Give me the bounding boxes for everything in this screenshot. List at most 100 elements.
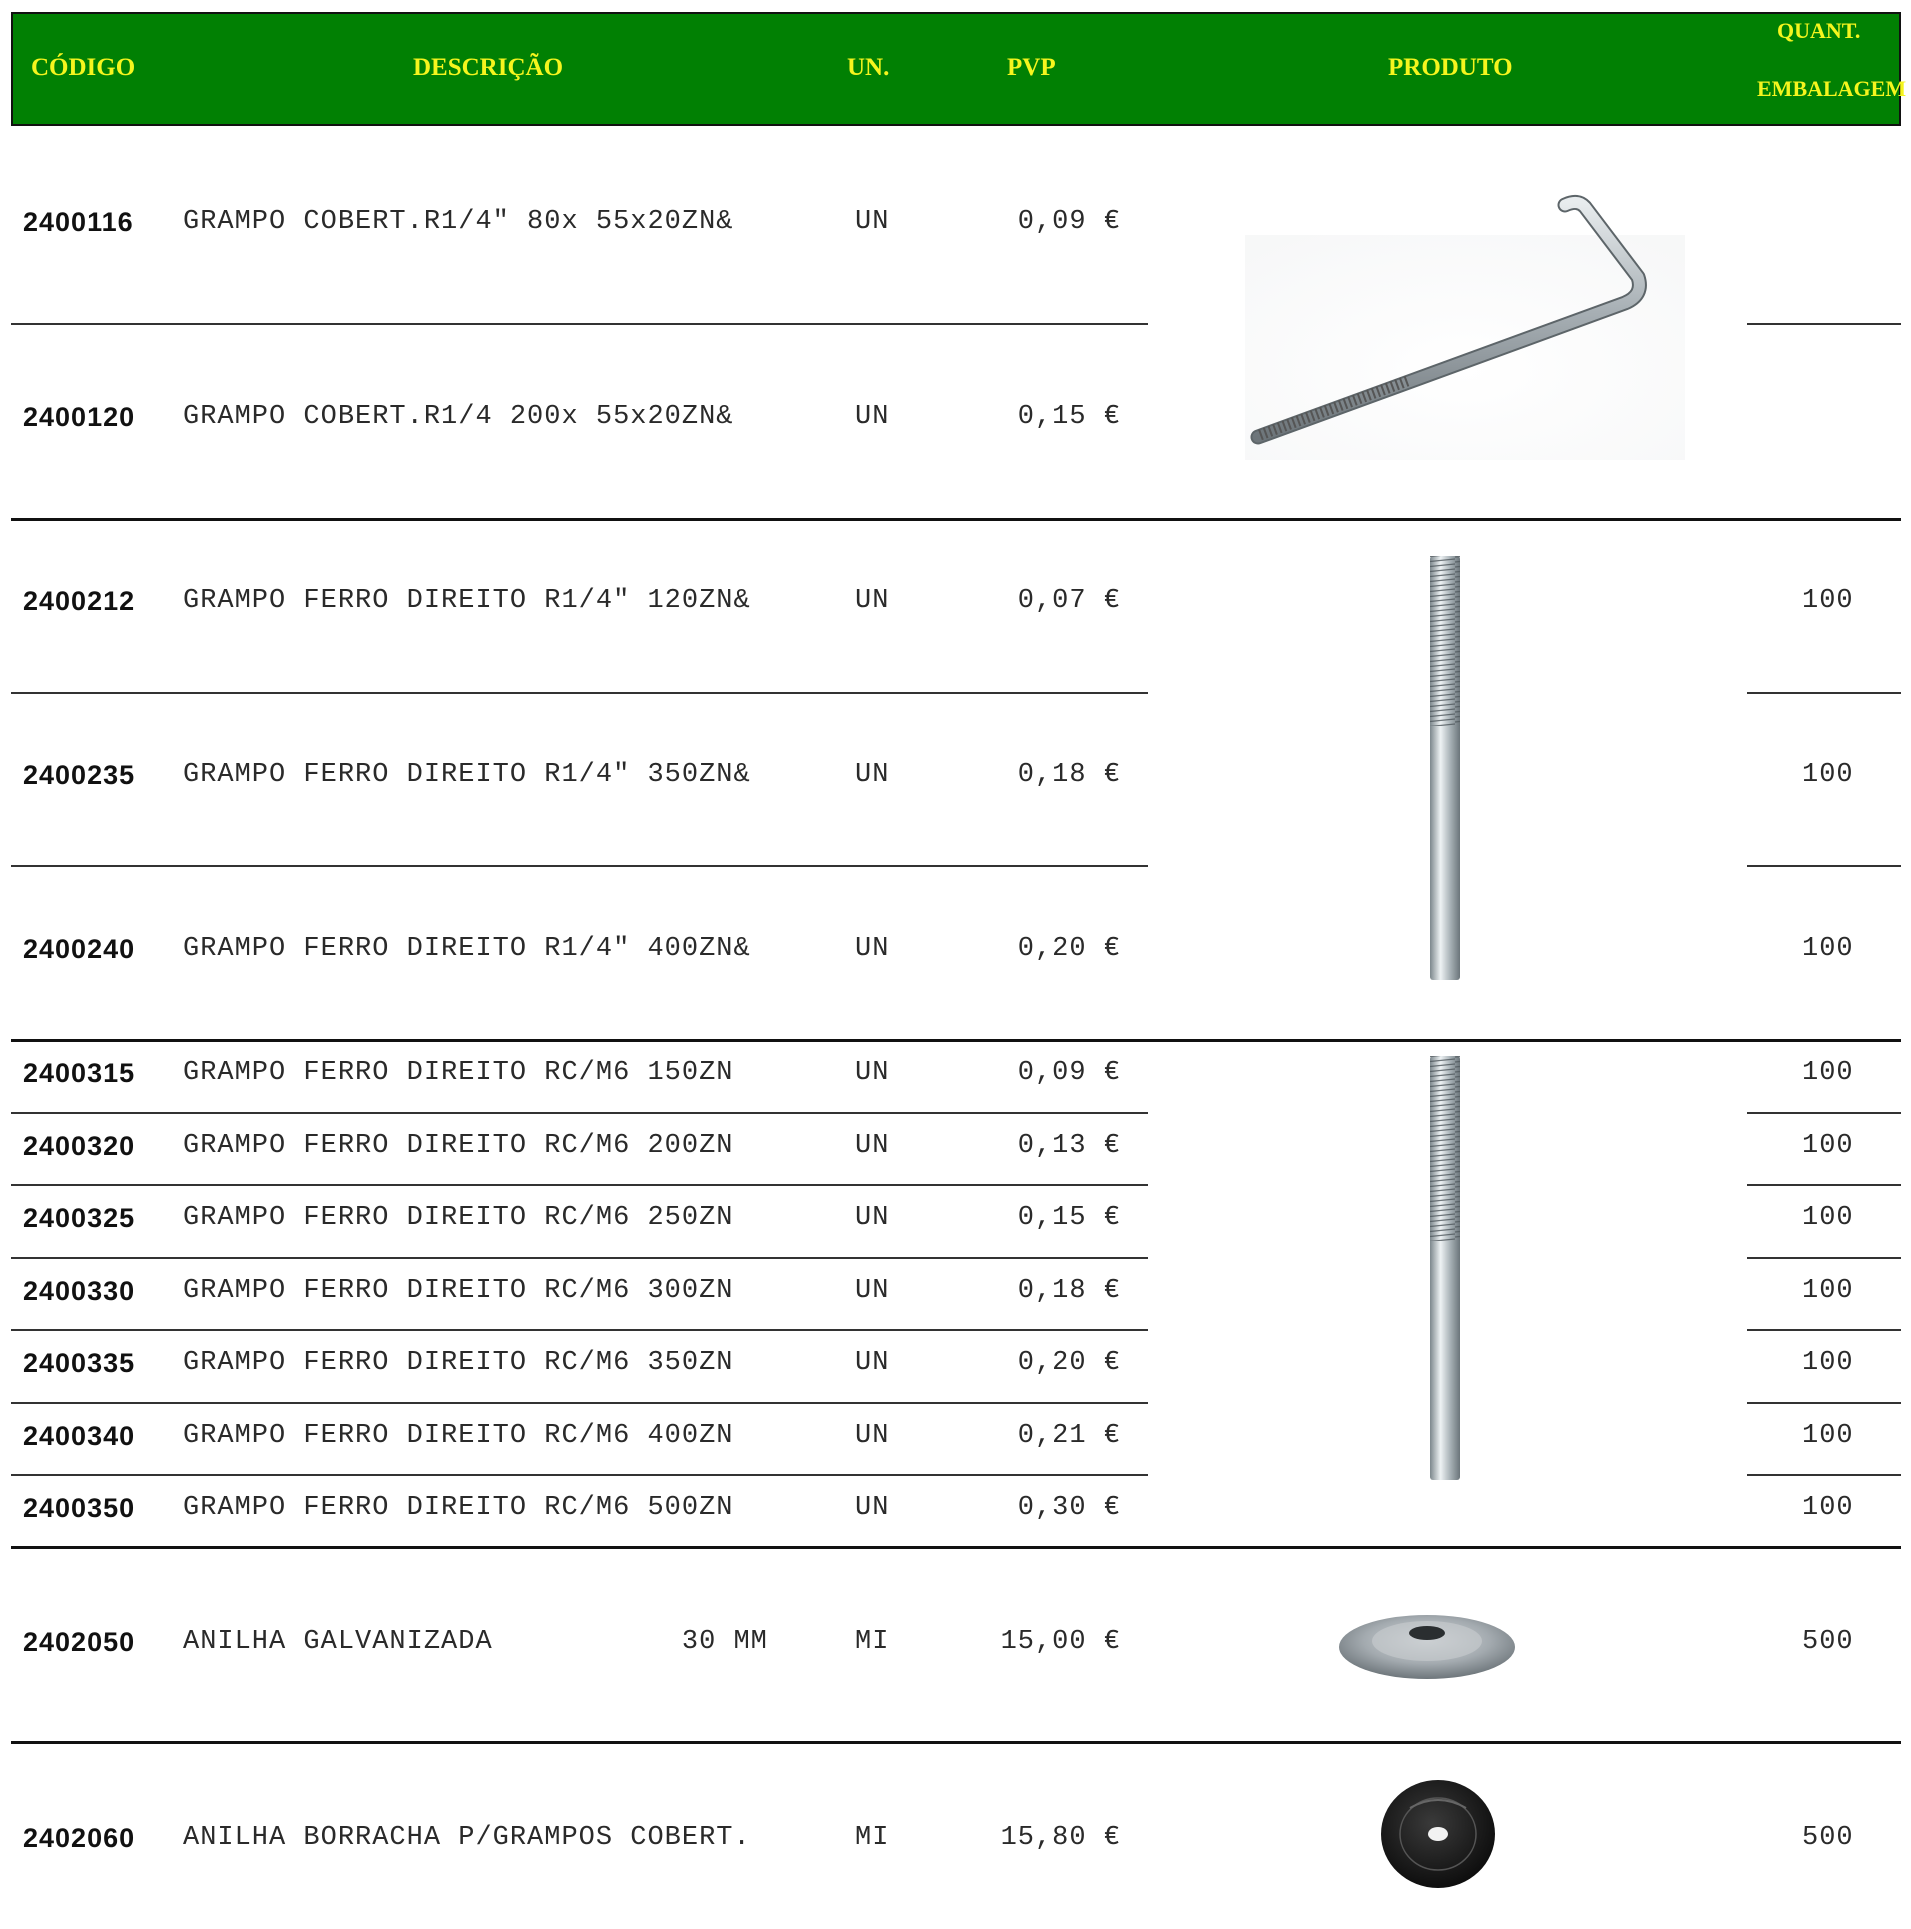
product-quantity: 100 — [1802, 586, 1854, 616]
group-divider — [11, 1039, 1901, 1042]
product-code: 2400315 — [23, 1058, 136, 1088]
product-unit: UN — [855, 934, 890, 964]
product-price: 0,09 € — [1017, 1058, 1121, 1088]
product-code: 2400320 — [23, 1131, 136, 1161]
product-quantity: 100 — [1802, 1276, 1854, 1306]
row-divider — [11, 1184, 1148, 1186]
header-un: UN. — [847, 54, 890, 81]
product-price: 15,80 € — [1000, 1823, 1121, 1853]
product-description: GRAMPO FERRO DIREITO RC/M6 250ZN — [183, 1203, 734, 1233]
product-quantity: 500 — [1802, 1823, 1854, 1853]
row-divider — [11, 1402, 1148, 1404]
product-price: 0,07 € — [1017, 586, 1121, 616]
product-quantity: 100 — [1802, 934, 1854, 964]
product-unit: UN — [855, 1421, 890, 1451]
table-header: CÓDIGO DESCRIÇÃO UN. PVP PRODUTO QUANT. … — [11, 12, 1906, 126]
row-divider — [1747, 1112, 1901, 1114]
product-price: 0,20 € — [1017, 1348, 1121, 1378]
galvanized-washer-image — [1339, 1615, 1515, 1679]
header-produto: PRODUTO — [1388, 54, 1513, 81]
product-description: ANILHA GALVANIZADA 30 MM — [183, 1627, 768, 1657]
product-description: GRAMPO FERRO DIREITO RC/M6 200ZN — [183, 1131, 734, 1161]
row-divider — [1747, 1184, 1901, 1186]
product-code: 2400325 — [23, 1203, 136, 1233]
group-divider — [11, 518, 1901, 521]
product-description: GRAMPO FERRO DIREITO RC/M6 350ZN — [183, 1348, 734, 1378]
straight-rod-product-image — [1430, 556, 1460, 980]
product-description: GRAMPO FERRO DIREITO RC/M6 150ZN — [183, 1058, 734, 1088]
row-divider — [1747, 1329, 1901, 1331]
product-price: 0,15 € — [1017, 1203, 1121, 1233]
product-description: GRAMPO FERRO DIREITO RC/M6 300ZN — [183, 1276, 734, 1306]
product-description: GRAMPO FERRO DIREITO R1/4" 350ZN& — [183, 760, 751, 790]
rubber-washer-image — [1381, 1780, 1495, 1888]
product-unit: UN — [855, 1493, 890, 1523]
product-price: 0,09 € — [1017, 207, 1121, 237]
product-code: 2402050 — [23, 1627, 136, 1657]
product-price: 0,15 € — [1017, 402, 1121, 432]
product-quantity: 500 — [1802, 1627, 1854, 1657]
product-price: 0,18 € — [1017, 760, 1121, 790]
product-quantity: 100 — [1802, 760, 1854, 790]
product-price: 0,13 € — [1017, 1131, 1121, 1161]
product-unit: UN — [855, 586, 890, 616]
product-code: 2400350 — [23, 1493, 136, 1523]
product-quantity: 100 — [1802, 1421, 1854, 1451]
product-quantity: 100 — [1802, 1348, 1854, 1378]
product-description: GRAMPO FERRO DIREITO RC/M6 500ZN — [183, 1493, 734, 1523]
header-quant: QUANT. — [1777, 18, 1861, 43]
product-description: GRAMPO FERRO DIREITO R1/4" 400ZN& — [183, 934, 751, 964]
group-divider — [11, 1741, 1901, 1744]
product-unit: UN — [855, 1276, 890, 1306]
row-divider — [11, 1329, 1148, 1331]
row-divider — [1747, 865, 1901, 867]
row-divider — [11, 323, 1148, 325]
header-pvp: PVP — [1007, 54, 1056, 81]
product-description: GRAMPO FERRO DIREITO RC/M6 400ZN — [183, 1421, 734, 1451]
product-quantity: 100 — [1802, 1058, 1854, 1088]
product-code: 2400116 — [23, 207, 134, 237]
row-divider — [1747, 1257, 1901, 1259]
product-code: 2400120 — [23, 402, 136, 432]
product-unit: UN — [855, 1131, 890, 1161]
product-unit: UN — [855, 207, 890, 237]
row-divider — [11, 865, 1148, 867]
row-divider — [11, 1474, 1148, 1476]
header-embalagem: EMBALAGEM — [1757, 76, 1907, 101]
row-divider — [1747, 1474, 1901, 1476]
header-descricao: DESCRIÇÃO — [413, 54, 564, 81]
group-divider — [11, 1546, 1901, 1549]
product-code: 2400240 — [23, 934, 136, 964]
product-price: 15,00 € — [1000, 1627, 1121, 1657]
row-divider — [1747, 323, 1901, 325]
product-price: 0,18 € — [1017, 1276, 1121, 1306]
l-hook-product-image — [1245, 194, 1685, 460]
product-unit: UN — [855, 402, 890, 432]
product-unit: UN — [855, 1203, 890, 1233]
product-quantity: 100 — [1802, 1203, 1854, 1233]
product-code: 2400335 — [23, 1348, 136, 1378]
product-unit: MI — [855, 1627, 890, 1657]
product-code: 2400330 — [23, 1276, 136, 1306]
row-divider — [11, 1257, 1148, 1259]
product-price: 0,21 € — [1017, 1421, 1121, 1451]
product-code: 2400235 — [23, 760, 136, 790]
product-price: 0,30 € — [1017, 1493, 1121, 1523]
product-unit: MI — [855, 1823, 890, 1853]
product-description: GRAMPO FERRO DIREITO R1/4" 120ZN& — [183, 586, 751, 616]
product-code: 2400340 — [23, 1421, 136, 1451]
product-description: GRAMPO COBERT.R1/4" 80x 55x20ZN& — [183, 207, 734, 237]
product-unit: UN — [855, 1348, 890, 1378]
row-divider — [1747, 1402, 1901, 1404]
row-divider — [1747, 692, 1901, 694]
product-code: 2400212 — [23, 586, 136, 616]
product-description: ANILHA BORRACHA P/GRAMPOS COBERT. — [183, 1823, 751, 1853]
straight-rod-product-image — [1430, 1056, 1460, 1480]
row-divider — [11, 692, 1148, 694]
row-divider — [11, 1112, 1148, 1114]
product-quantity: 100 — [1802, 1131, 1854, 1161]
product-quantity: 100 — [1802, 1493, 1854, 1523]
product-price: 0,20 € — [1017, 934, 1121, 964]
product-description: GRAMPO COBERT.R1/4 200x 55x20ZN& — [183, 402, 734, 432]
header-codigo: CÓDIGO — [31, 54, 136, 81]
